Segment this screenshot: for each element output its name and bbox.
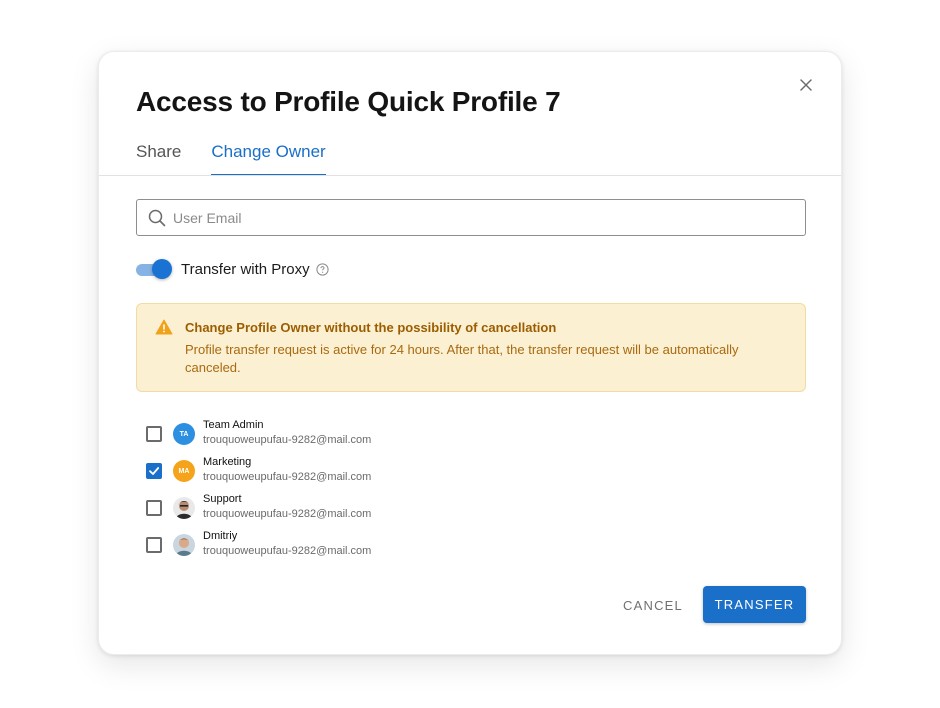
tab-change-owner[interactable]: Change Owner [211,142,326,176]
user-checkbox[interactable] [146,537,162,553]
user-email-search [136,199,806,236]
warning-alert: Change Profile Owner without the possibi… [136,303,806,392]
alert-title: Change Profile Owner without the possibi… [185,320,557,335]
tabs-divider [99,175,841,176]
search-icon [148,209,166,227]
proxy-toggle-row: Transfer with Proxy [136,259,329,279]
avatar: MA [173,460,195,482]
toggle-knob [152,259,172,279]
user-name: Support [203,493,242,505]
user-email-input[interactable] [137,199,805,236]
user-email: trouquoweupufau-9282@mail.com [203,471,372,483]
user-list: TA Team Admin trouquoweupufau-9282@mail.… [146,418,546,566]
avatar [173,534,195,556]
user-row[interactable]: Dmitriy trouquoweupufau-9282@mail.com [146,529,546,566]
transfer-button[interactable]: TRANSFER [703,586,806,623]
user-photo-icon [176,501,192,519]
alert-text: Profile transfer request is active for 2… [185,342,739,375]
user-email: trouquoweupufau-9282@mail.com [203,508,372,520]
user-checkbox[interactable] [146,426,162,442]
cancel-button[interactable]: CANCEL [613,587,693,623]
dialog-title: Access to Profile Quick Profile 7 [136,86,561,117]
avatar: TA [173,423,195,445]
tab-share[interactable]: Share [136,142,181,176]
user-email: trouquoweupufau-9282@mail.com [203,434,372,446]
user-row[interactable]: TA Team Admin trouquoweupufau-9282@mail.… [146,418,546,455]
access-dialog: Access to Profile Quick Profile 7 Share … [98,51,842,655]
user-checkbox[interactable] [146,463,162,479]
help-circle-icon[interactable] [316,262,329,276]
user-name: Marketing [203,456,252,468]
avatar [173,497,195,519]
user-name: Team Admin [203,419,264,431]
warning-icon [155,319,173,335]
tab-bar: Share Change Owner [136,142,326,176]
close-button[interactable] [797,76,815,94]
user-checkbox[interactable] [146,500,162,516]
user-email: trouquoweupufau-9282@mail.com [203,545,372,557]
user-photo-icon [176,538,192,556]
transfer-with-proxy-toggle[interactable] [136,259,172,279]
transfer-with-proxy-label: Transfer with Proxy [181,260,310,278]
check-icon [149,467,160,475]
close-icon [800,79,812,91]
user-name: Dmitriy [203,530,238,542]
user-row[interactable]: MA Marketing trouquoweupufau-9282@mail.c… [146,455,546,492]
user-row[interactable]: Support trouquoweupufau-9282@mail.com [146,492,546,529]
